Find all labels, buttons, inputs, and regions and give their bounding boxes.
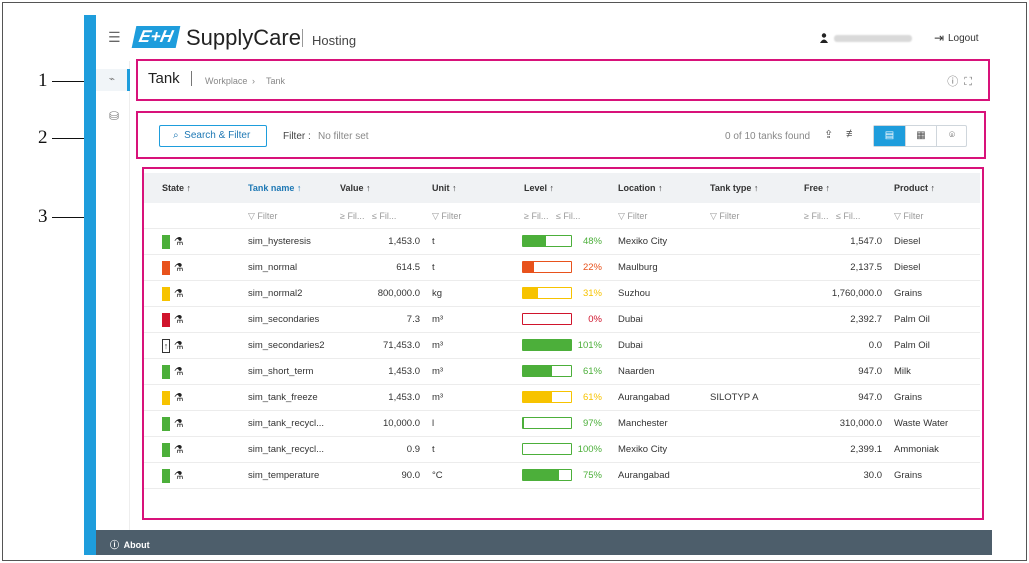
brand-logo: E+H bbox=[131, 26, 181, 48]
topbar: ☰ E+H SupplyCare Hosting ⇥ Logout bbox=[96, 15, 992, 61]
callout-box-3 bbox=[142, 167, 984, 520]
hamburger-menu-icon[interactable]: ☰ bbox=[108, 29, 121, 46]
callout-box-1 bbox=[136, 59, 990, 101]
nav-rail: ⌁ ⛁ bbox=[96, 61, 130, 531]
about-link[interactable]: ⓘ About bbox=[110, 538, 150, 551]
chart-icon: ⌁ bbox=[109, 74, 116, 85]
callout-1: 1 bbox=[38, 70, 48, 91]
brand-subtitle: Hosting bbox=[312, 33, 357, 48]
callout-box-2 bbox=[136, 111, 986, 159]
logout-button[interactable]: Logout bbox=[948, 33, 979, 44]
brand-separator bbox=[302, 29, 303, 47]
rail-item-tank[interactable]: ⌁ bbox=[96, 69, 130, 91]
footer-bar: ⓘ About bbox=[96, 530, 992, 555]
rail-active-indicator bbox=[127, 69, 130, 91]
callout-3: 3 bbox=[38, 206, 48, 227]
about-label: About bbox=[123, 540, 150, 550]
user-name-blurred[interactable] bbox=[834, 35, 912, 42]
database-icon[interactable]: ⛁ bbox=[109, 109, 119, 123]
user-icon bbox=[820, 33, 828, 43]
callout-2: 2 bbox=[38, 127, 48, 148]
brand-name: SupplyCare bbox=[186, 25, 301, 50]
left-accent-bar bbox=[84, 15, 96, 555]
logout-icon[interactable]: ⇥ bbox=[934, 31, 944, 45]
